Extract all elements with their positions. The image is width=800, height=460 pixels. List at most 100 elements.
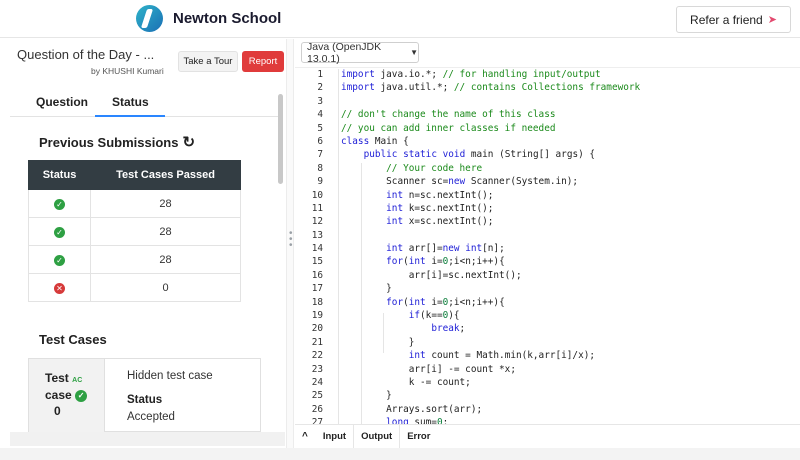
input-tab[interactable]: Input xyxy=(316,424,355,449)
submissions-table: Status Test Cases Passed ✓ 28 ✓ 28 ✓ 28 … xyxy=(28,160,241,302)
code-line[interactable]: 11 int k=sc.nextInt(); xyxy=(295,203,800,216)
line-number: 23 xyxy=(311,363,323,375)
code-line[interactable]: 20 break; xyxy=(295,323,800,336)
question-author: by KHUSHI Kumari xyxy=(91,66,164,76)
code-lines: 1 import java.io.*; // for handling input… xyxy=(295,69,800,424)
horizontal-scrollbar[interactable] xyxy=(10,432,285,446)
passed-cell: 28 xyxy=(90,245,241,274)
code-text: arr[i] -= count *x; xyxy=(341,363,516,375)
code-editor[interactable]: 1 import java.io.*; // for handling input… xyxy=(295,67,800,424)
line-number: 16 xyxy=(311,269,323,281)
test-case-label-line1: Test xyxy=(45,371,69,385)
code-text: long sum=0; xyxy=(386,417,449,424)
code-line[interactable]: 24 k -= count; xyxy=(295,377,800,390)
code-line[interactable]: 15 for(int i=0;i<n;i++){ xyxy=(295,256,800,269)
code-line[interactable]: 26 Arrays.sort(arr); xyxy=(295,404,800,417)
previous-submissions-heading: Previous Submissions ↻ xyxy=(39,133,195,151)
line-number: 26 xyxy=(311,403,323,415)
editor-panel: Java (OpenJDK 13.0.1) ▼ 1 import java.io.… xyxy=(295,39,800,460)
passed-cell: 28 xyxy=(90,217,241,246)
code-text: break; xyxy=(431,323,466,335)
code-line[interactable]: 14 int arr[]=new int[n]; xyxy=(295,243,800,256)
line-number: 24 xyxy=(311,376,323,388)
line-number: 27 xyxy=(311,417,323,424)
chevron-up-icon[interactable]: ^ xyxy=(295,431,316,442)
tab-status[interactable]: Status xyxy=(112,95,149,109)
status-cell: ✕ xyxy=(28,273,91,302)
code-line[interactable]: 10 int n=sc.nextInt(); xyxy=(295,190,800,203)
code-text: // you can add inner classes if needed xyxy=(341,122,556,134)
code-text: Scanner sc=new Scanner(System.in); xyxy=(341,176,579,188)
code-text: int x=sc.nextInt(); xyxy=(386,216,494,228)
table-row[interactable]: ✓ 28 xyxy=(28,217,241,246)
test-case-status-value: Accepted xyxy=(127,411,175,423)
test-case-label-line2: case xyxy=(45,388,72,402)
code-text: k -= count; xyxy=(341,376,471,388)
code-line[interactable]: 13 xyxy=(295,230,800,243)
code-line[interactable]: 17 } xyxy=(295,283,800,296)
code-line[interactable]: 4 // don't change the name of this class xyxy=(295,109,800,122)
tab-question[interactable]: Question xyxy=(36,95,88,109)
check-circle-icon: ✓ xyxy=(75,389,88,402)
code-line[interactable]: 23 arr[i] -= count *x; xyxy=(295,364,800,377)
panel-resize-handle[interactable]: • • • xyxy=(286,39,294,460)
code-line[interactable]: 6 class Main { xyxy=(295,136,800,149)
status-cell: ✓ xyxy=(28,189,91,218)
test-case-card[interactable]: Test AC case ✓ 0 Hidden test case Status… xyxy=(28,358,261,432)
accepted-tag: AC xyxy=(72,377,83,384)
newton-logo-icon xyxy=(136,5,163,32)
test-cases-heading: Test Cases xyxy=(39,332,107,347)
code-line[interactable]: 1 import java.io.*; // for handling input… xyxy=(295,69,800,82)
brand-logo[interactable]: Newton School xyxy=(136,5,281,32)
code-line[interactable]: 7 public static void main (String[] args… xyxy=(295,149,800,162)
code-line[interactable]: 9 Scanner sc=new Scanner(System.in); xyxy=(295,176,800,189)
code-text: } xyxy=(341,283,392,295)
line-number: 6 xyxy=(317,135,323,147)
code-text: // don't change the name of this class xyxy=(341,109,556,121)
brand-name: Newton School xyxy=(173,10,282,27)
chevron-down-icon: ▼ xyxy=(410,48,418,57)
panel-scrollbar[interactable] xyxy=(278,94,283,184)
take-tour-button[interactable]: Take a Tour xyxy=(178,51,238,72)
passed-cell: 28 xyxy=(90,189,241,218)
error-circle-icon: ✕ xyxy=(54,282,65,294)
line-number: 1 xyxy=(317,69,323,80)
line-number: 4 xyxy=(317,109,323,121)
line-number: 5 xyxy=(317,122,323,134)
table-row[interactable]: ✓ 28 xyxy=(28,189,241,218)
report-button[interactable]: Report xyxy=(242,51,284,72)
code-line[interactable]: 5 // you can add inner classes if needed xyxy=(295,123,800,136)
code-line[interactable]: 21 } xyxy=(295,337,800,350)
refresh-icon[interactable]: ↻ xyxy=(182,133,195,151)
refer-friend-button[interactable]: Refer a friend ➤ xyxy=(676,6,791,33)
check-circle-icon: ✓ xyxy=(54,198,65,210)
language-select[interactable]: Java (OpenJDK 13.0.1) ▼ xyxy=(301,41,419,65)
code-text: for(int i=0;i<n;i++){ xyxy=(386,256,505,268)
table-row[interactable]: ✕ 0 xyxy=(28,273,241,302)
code-line[interactable]: 25 } xyxy=(295,390,800,403)
panel-tabs: Question Status xyxy=(10,90,278,117)
line-number: 2 xyxy=(317,82,323,94)
code-line[interactable]: 16 arr[i]=sc.nextInt(); xyxy=(295,270,800,283)
test-case-status-label: Status xyxy=(127,394,163,406)
console-bar: ^ Input Output Error xyxy=(295,424,800,449)
table-row[interactable]: ✓ 28 xyxy=(28,245,241,274)
code-line[interactable]: 22 int count = Math.min(k,arr[i]/x); xyxy=(295,350,800,363)
code-text: // Your code here xyxy=(386,162,483,174)
code-line[interactable]: 27 long sum=0; xyxy=(295,417,800,424)
code-line[interactable]: 18 for(int i=0;i<n;i++){ xyxy=(295,297,800,310)
output-tab[interactable]: Output xyxy=(354,424,401,449)
code-line[interactable]: 8 // Your code here xyxy=(295,163,800,176)
code-line[interactable]: 12 int x=sc.nextInt(); xyxy=(295,216,800,229)
line-number: 21 xyxy=(311,336,323,348)
question-title: Question of the Day - ... xyxy=(17,47,155,62)
line-number: 10 xyxy=(311,189,323,201)
code-line[interactable]: 19 if(k==0){ xyxy=(295,310,800,323)
drag-grip-icon: • • • xyxy=(289,228,293,251)
code-text: arr[i]=sc.nextInt(); xyxy=(341,269,522,281)
error-tab[interactable]: Error xyxy=(400,425,437,449)
code-line[interactable]: 2 import java.util.*; // contains Collect… xyxy=(295,82,800,95)
code-line[interactable]: 3 xyxy=(295,96,800,109)
previous-submissions-title: Previous Submissions xyxy=(39,134,179,150)
line-number: 7 xyxy=(317,149,323,161)
